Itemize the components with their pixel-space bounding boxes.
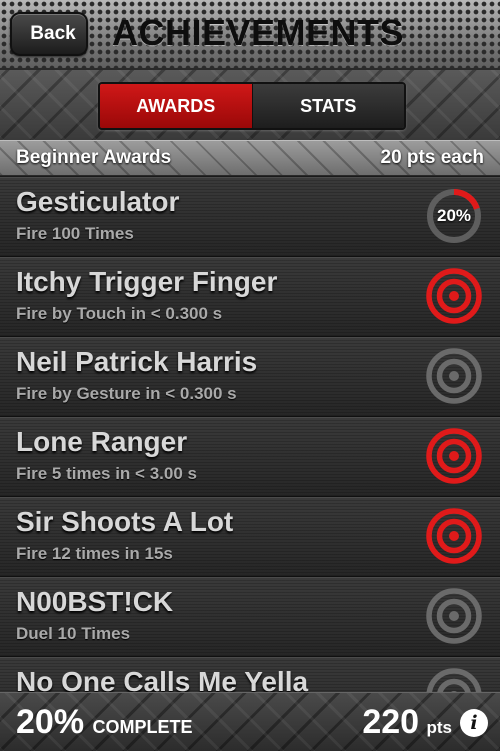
tab-stats[interactable]: STATS [252, 84, 404, 128]
section-header: Beginner Awards 20 pts each [0, 140, 500, 176]
target-earned-icon [426, 508, 482, 564]
achievement-title: Gesticulator [16, 186, 180, 217]
achievement-title: N00BST!CK [16, 586, 174, 617]
target-locked-icon [426, 668, 482, 692]
achievement-title: Sir Shoots A Lot [16, 506, 234, 537]
target-earned-icon [426, 428, 482, 484]
achievement-row[interactable]: Gesticulator Fire 100 Times 20% [0, 177, 500, 257]
achievement-row[interactable]: Neil Patrick Harris Fire by Gesture in < … [0, 337, 500, 417]
achievements-list[interactable]: Gesticulator Fire 100 Times 20% Itchy Trigg… [0, 177, 500, 692]
achievement-description: Fire 5 times in < 3.00 s [16, 464, 197, 483]
points-label: pts [426, 718, 453, 737]
info-icon[interactable]: i [460, 709, 488, 737]
progress-percent: 20% [436, 206, 472, 225]
target-locked-icon [426, 348, 482, 404]
target-locked-icon [426, 588, 482, 644]
achievement-title: Itchy Trigger Finger [16, 266, 278, 297]
points-total: 220 [362, 703, 420, 741]
achievement-description: Fire by Gesture in < 0.300 s [16, 384, 237, 403]
target-earned-icon [426, 268, 482, 324]
completion-percent: 20% [16, 703, 85, 741]
section-points: 20 pts each [380, 147, 485, 168]
achievement-title: No One Calls Me Yella [16, 666, 309, 692]
back-button[interactable]: Back [10, 12, 88, 56]
achievement-description: Fire by Touch in < 0.300 s [16, 304, 223, 323]
achievement-description: Duel 10 Times [16, 624, 131, 643]
achievement-description: Fire 100 Times [16, 224, 134, 243]
section-title: Beginner Awards [16, 147, 172, 168]
segmented-control: AWARDS STATS [98, 82, 406, 130]
progress-ring-icon: 20% [426, 188, 482, 244]
achievement-row[interactable]: N00BST!CK Duel 10 Times [0, 577, 500, 657]
completion-summary: 20% COMPLETE [16, 703, 193, 742]
achievement-row[interactable]: Lone Ranger Fire 5 times in < 3.00 s [0, 417, 500, 497]
achievement-row[interactable]: No One Calls Me Yella [0, 657, 500, 692]
tab-area: AWARDS STATS [0, 70, 500, 140]
achievement-description: Fire 12 times in 15s [16, 544, 173, 563]
tab-awards[interactable]: AWARDS [100, 84, 253, 128]
page-title: ACHIEVEMENTS [112, 12, 405, 53]
achievement-title: Lone Ranger [16, 426, 188, 457]
footer-bar: 20% COMPLETE 220 pts i [0, 692, 500, 751]
achievement-row[interactable]: Sir Shoots A Lot Fire 12 times in 15s [0, 497, 500, 577]
achievement-title: Neil Patrick Harris [16, 346, 258, 377]
points-summary: 220 pts [362, 703, 452, 742]
achievement-row[interactable]: Itchy Trigger Finger Fire by Touch in < 0… [0, 257, 500, 337]
completion-label: COMPLETE [92, 717, 193, 737]
header-bar: Back ACHIEVEMENTS [0, 0, 500, 70]
